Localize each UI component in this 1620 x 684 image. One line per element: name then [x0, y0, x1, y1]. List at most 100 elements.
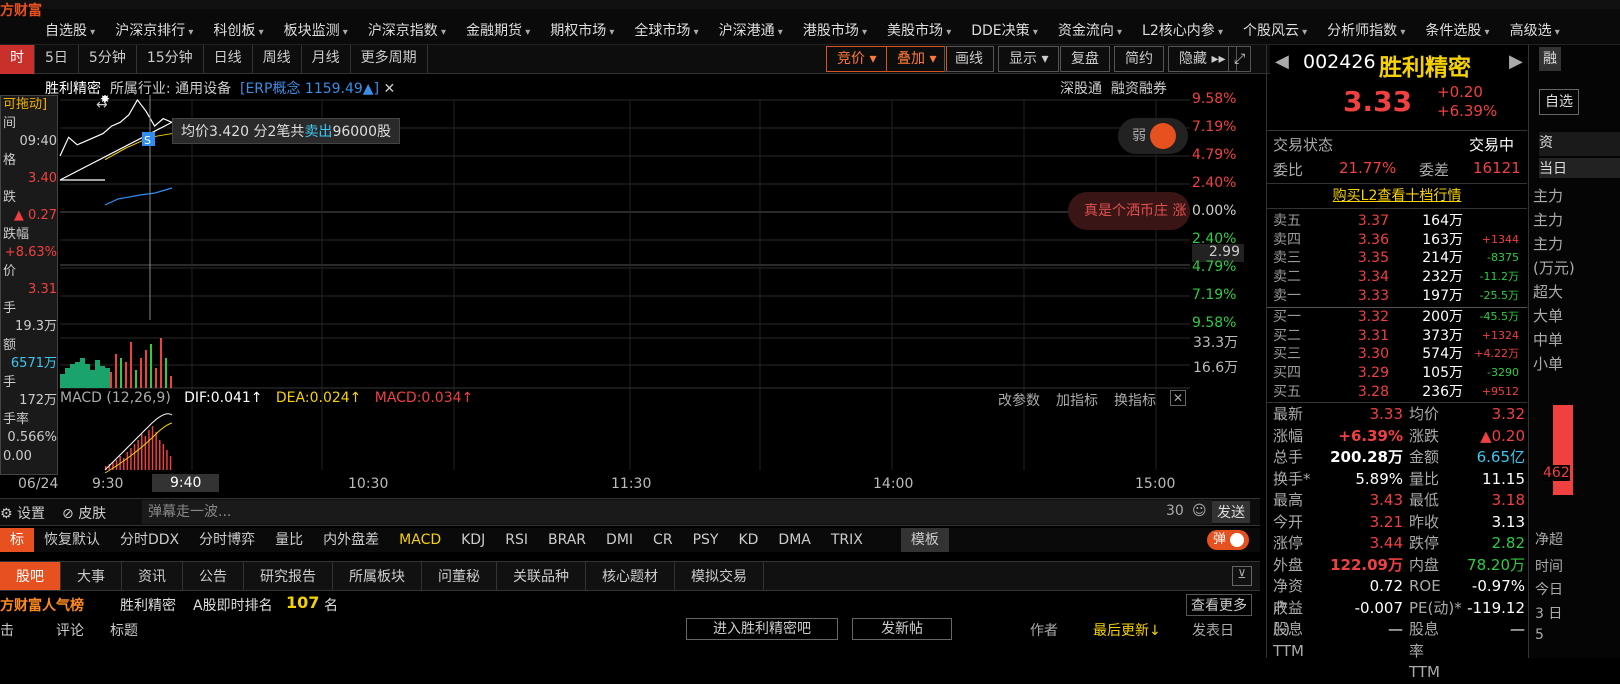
menu-item[interactable]: 期权市场 [540, 20, 624, 40]
swap-indicator-button[interactable]: 换指标 [1114, 390, 1156, 410]
menu-item[interactable]: 科创板 [203, 20, 273, 40]
col-title: 标题 [110, 623, 138, 639]
next-stock-icon[interactable]: ▶ [1509, 51, 1523, 72]
today-tab[interactable]: 当日 [1539, 158, 1620, 178]
indicator-tab[interactable]: CR [643, 528, 683, 552]
review-button[interactable]: 复盘 [1060, 46, 1110, 72]
indicator-tab[interactable]: 内外盘差 [313, 528, 389, 552]
sentiment-badge[interactable]: 弱 [1118, 118, 1188, 154]
indicator-tab[interactable]: BRAR [538, 528, 596, 552]
period-tab[interactable]: 5分钟 [79, 45, 137, 74]
indicator-tab[interactable]: TRIX [821, 528, 873, 552]
menu-item[interactable]: 高级选 [1500, 20, 1570, 40]
hide-button[interactable]: 隐藏 ▸▸ [1168, 46, 1237, 72]
add-favorite-button[interactable]: 自选 [1539, 89, 1579, 115]
book-price: 3.37 [1357, 213, 1389, 229]
chart-grid [60, 99, 1190, 470]
indicator-tab[interactable]: DMA [768, 528, 820, 552]
info-row: 跌 [3, 189, 17, 205]
news-tab[interactable]: 资讯 [122, 562, 183, 590]
indicator-tab[interactable]: RSI [495, 528, 538, 552]
menu-item[interactable]: 条件选股 [1415, 20, 1499, 40]
period-tab[interactable]: 周线 [253, 45, 302, 74]
danmu-input[interactable]: 弹幕走一波... [142, 500, 1212, 524]
indicator-tab[interactable]: PSY [683, 528, 729, 552]
close-icon[interactable]: ✕ [1170, 390, 1187, 406]
col-last-update[interactable]: 最后更新↓ [1093, 620, 1161, 640]
stat-key: ROE [1409, 577, 1441, 595]
indicator-tab[interactable]: 量比 [265, 528, 313, 552]
menu-item[interactable]: 个股风云 [1233, 20, 1317, 40]
view-more-button[interactable]: 查看更多 [1186, 594, 1252, 616]
menu-item[interactable]: 港股市场 [793, 20, 877, 40]
stat-key: 跌停 [1409, 534, 1440, 552]
indicator-tab[interactable]: 分时DDX [110, 528, 189, 552]
intraday-chart[interactable]: S ↔ ✸ [0, 95, 1260, 475]
news-tab[interactable]: 核心题材 [586, 562, 675, 590]
display-button[interactable]: 显示 ▾ [998, 46, 1060, 72]
indicator-tab[interactable]: 模板 [900, 528, 949, 552]
buy-l2-link[interactable]: 购买L2查看十档行情 [1267, 183, 1527, 209]
enter-forum-button[interactable]: 进入胜利精密吧 [686, 618, 838, 640]
news-tab[interactable]: 公告 [183, 562, 244, 590]
scale-label: 0.00% [1192, 203, 1237, 219]
danmu-toggle[interactable]: 弹 [1207, 530, 1249, 550]
book-label: 买三 [1273, 346, 1301, 363]
draw-button[interactable]: 画线 [944, 46, 994, 72]
menu-item[interactable]: 沪深港通 [709, 20, 793, 40]
indicator-tab[interactable]: MACD [389, 528, 451, 552]
period-tab[interactable]: 月线 [302, 45, 351, 74]
news-tab[interactable]: 模拟交易 [675, 562, 764, 590]
period-tab[interactable]: 日线 [204, 45, 253, 74]
indicator-tab[interactable]: 分时博弈 [189, 528, 265, 552]
fullscreen-icon[interactable]: ⤢ [1228, 46, 1252, 72]
settings-button[interactable]: ⚙ 设置 [0, 503, 45, 523]
skin-button[interactable]: ⊘ 皮肤 [62, 503, 106, 523]
news-tab[interactable]: 关联品种 [497, 562, 586, 590]
prev-stock-icon[interactable]: ◀ [1275, 51, 1289, 72]
indicator-tab[interactable]: DMI [596, 528, 643, 552]
menu-item[interactable]: 金融期货 [456, 20, 540, 40]
capital-tab[interactable]: 资 [1539, 132, 1620, 156]
emoji-icon[interactable]: ☺ [1192, 503, 1207, 519]
menu-item[interactable]: 自选股 [35, 20, 105, 40]
indicator-tab[interactable]: 恢复默认 [34, 528, 110, 552]
menu-item[interactable]: 分析师指数 [1317, 20, 1415, 40]
period-tab[interactable]: 时 [0, 45, 35, 74]
indicator-tab[interactable]: 标 [0, 528, 34, 552]
menu-item[interactable]: 美股市场 [877, 20, 961, 40]
macd-name[interactable]: MACD (12,26,9) [60, 390, 171, 406]
menu-item[interactable]: 沪深京指数 [358, 20, 456, 40]
menu-item[interactable]: 资金流向 [1048, 20, 1132, 40]
margin-badge[interactable]: 融 [1539, 47, 1561, 71]
period-tab[interactable]: 15分钟 [137, 45, 204, 74]
menu-item[interactable]: 板块监测 [274, 20, 358, 40]
send-button[interactable]: 发送 [1212, 501, 1250, 523]
col-post-date[interactable]: 发表日 [1192, 620, 1234, 640]
menu-item[interactable]: 全球市场 [624, 20, 708, 40]
stat-key: 昨收 [1409, 512, 1440, 531]
news-tab[interactable]: 研究报告 [244, 562, 333, 590]
top-menu-bar: 方财富 自选股沪深京排行科创板板块监测沪深京指数金融期货期权市场全球市场沪深港通… [0, 0, 1620, 45]
overlay-button[interactable]: 叠加 ▾ [886, 46, 948, 72]
news-tab[interactable]: 问董秘 [422, 562, 497, 590]
indicator-tab[interactable]: KDJ [451, 528, 495, 552]
menu-item[interactable]: 沪深京排行 [105, 20, 203, 40]
news-tab[interactable]: 股吧 [0, 562, 61, 590]
change-param-button[interactable]: 改参数 [998, 390, 1040, 410]
menu-item[interactable]: DDE决策 [961, 20, 1048, 40]
info-row: 手率 [3, 411, 30, 427]
add-indicator-button[interactable]: 加指标 [1056, 390, 1098, 410]
crosshair-info-panel[interactable]: 可拖动] 间 09:40 格 3.40 跌 ▲ 0.27 跌幅 +8.63% 价 3.31 手 19.3… [0, 95, 58, 475]
simple-button[interactable]: 简约 [1114, 46, 1164, 72]
news-tab[interactable]: 所属板块 [333, 562, 422, 590]
new-post-button[interactable]: 发新帖 [852, 618, 952, 640]
bid-button[interactable]: 竞价 ▾ [826, 46, 888, 72]
collapse-icon[interactable]: ⊻ [1232, 566, 1252, 586]
period-tab[interactable]: 5日 [35, 45, 79, 74]
news-tab[interactable]: 大事 [61, 562, 122, 590]
menu-item[interactable]: L2核心内参 [1132, 20, 1233, 40]
indicator-tab[interactable]: KD [728, 528, 768, 552]
stat-value: 200.28万 [1330, 448, 1403, 466]
period-tab[interactable]: 更多周期 [351, 45, 428, 74]
